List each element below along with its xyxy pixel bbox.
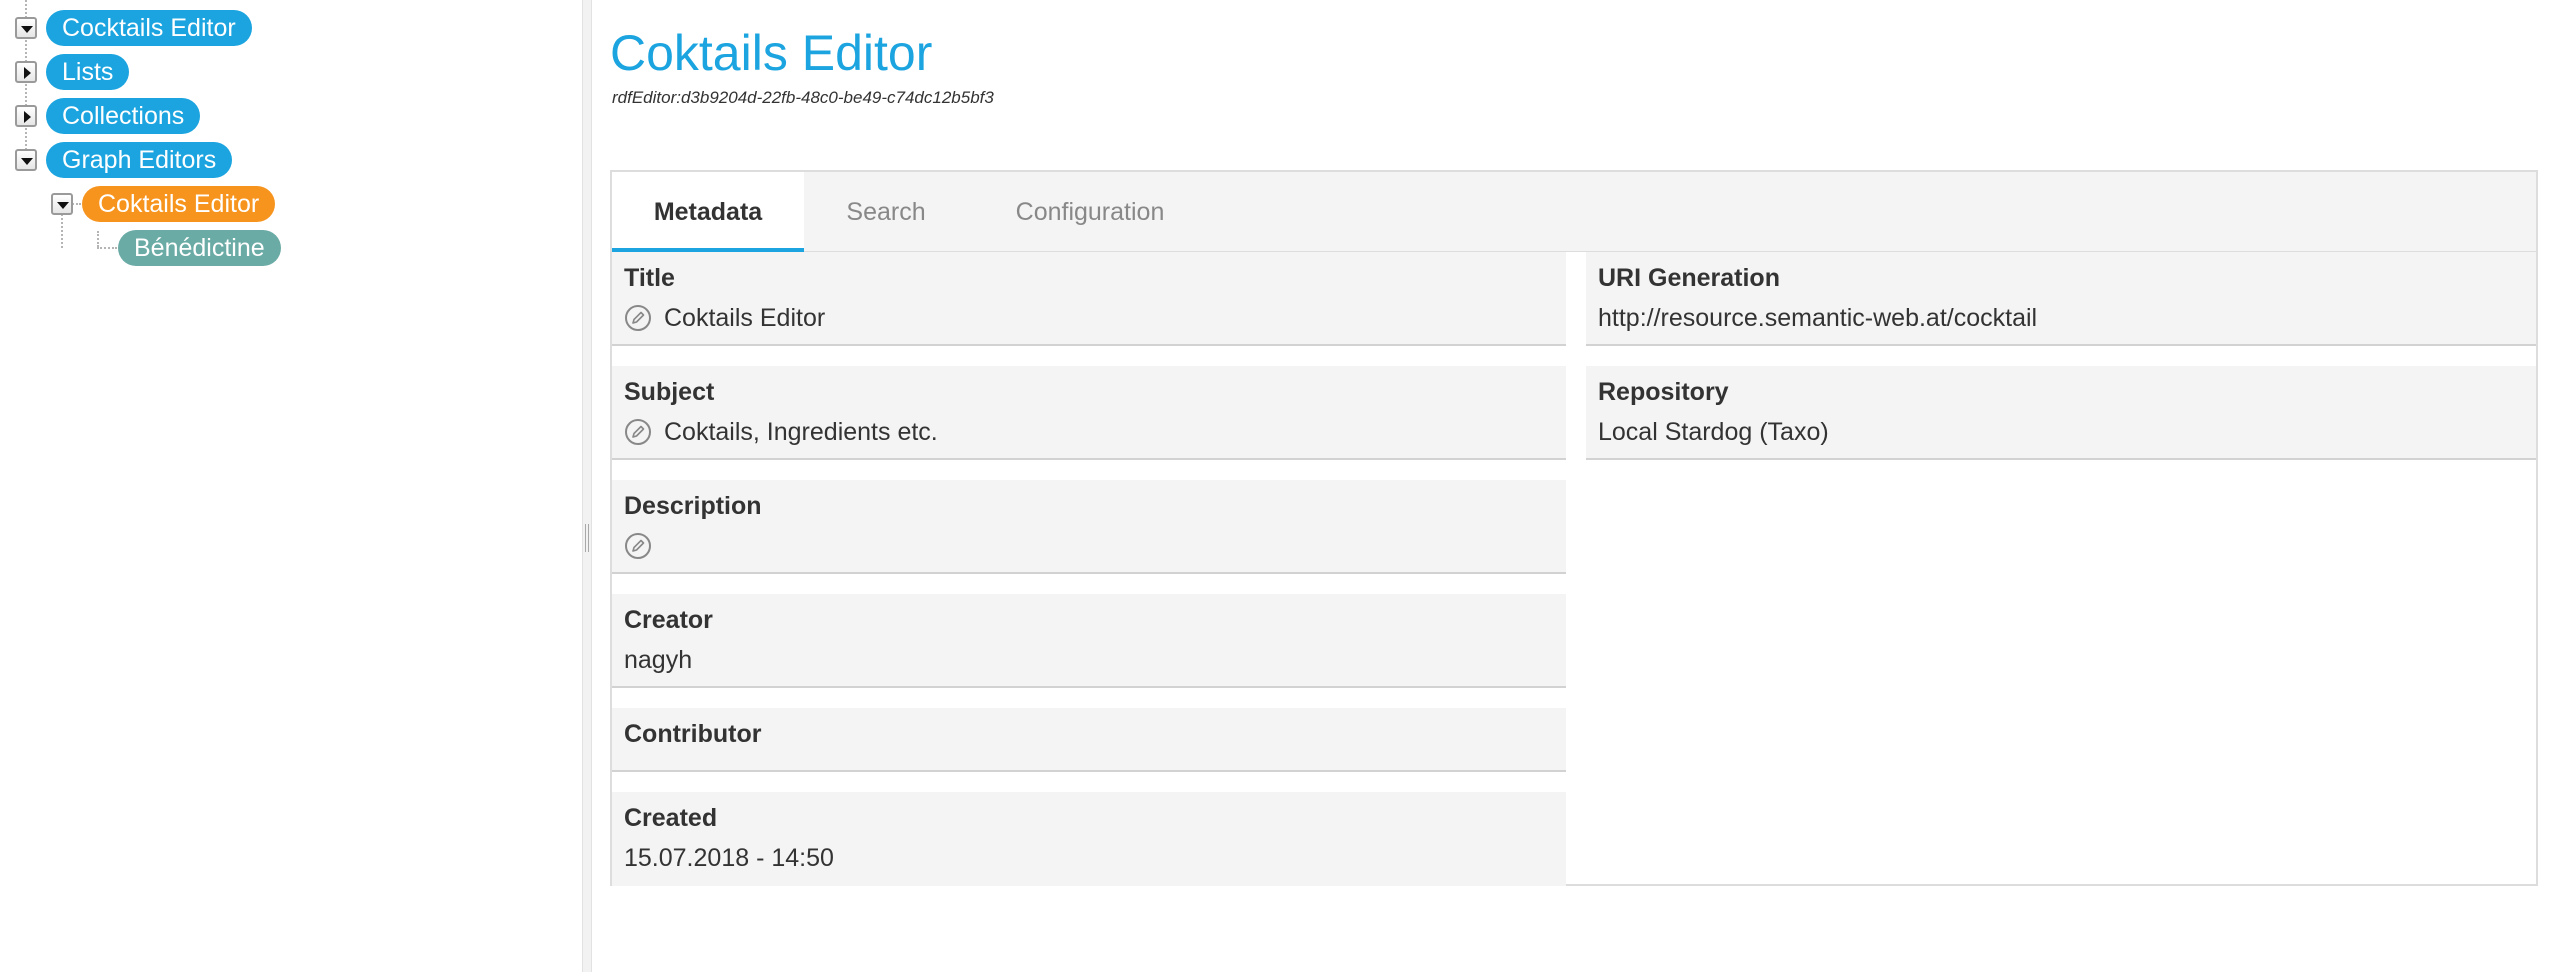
field-label: Description [624,492,762,520]
tree-toggle-graph-editors[interactable] [15,149,37,171]
field-label: Created [624,804,718,832]
field-title: Title Coktails Editor [612,252,1566,346]
triangle-right-icon [24,111,31,123]
tree-connector [97,247,117,249]
tree-toggle-lists[interactable] [15,61,37,83]
navigation-tree: Cocktails Editor Lists Collections Graph… [0,0,580,972]
triangle-right-icon [24,67,31,79]
tab-bar: Metadata Search Configuration [612,172,2536,252]
tree-toggle-coktails-editor[interactable] [51,193,73,215]
field-contributor: Contributor [612,708,1566,772]
panel-splitter[interactable] [582,0,592,972]
field-label: Repository [1598,378,1729,406]
tree-toggle-cocktails-editor[interactable] [15,17,37,39]
field-value: 15.07.2018 - 14:50 [624,844,834,872]
field-value: Local Stardog (Taxo) [1598,418,1829,446]
editor-panel: Metadata Search Configuration Title Cokt… [610,170,2538,886]
field-label: Title [624,264,675,292]
field-label: Creator [624,606,713,634]
pencil-edit-icon[interactable] [624,304,652,332]
resource-identifier: rdfEditor:d3b9204d-22fb-48c0-be49-c74dc1… [612,88,994,107]
field-created: Created 15.07.2018 - 14:50 [612,792,1566,886]
triangle-down-icon [21,158,33,165]
tree-connector [97,231,99,247]
triangle-down-icon [57,202,69,209]
tab-metadata[interactable]: Metadata [612,172,804,252]
field-label: URI Generation [1598,264,1780,292]
field-label: Contributor [624,720,762,748]
pencil-edit-icon[interactable] [624,532,652,560]
field-description: Description [612,480,1566,574]
splitter-grip-icon [585,524,589,552]
field-label: Subject [624,378,715,406]
tree-node-graph-editors[interactable]: Graph Editors [46,142,233,178]
field-uri-generation: URI Generation http://resource.semantic-… [1586,252,2536,346]
tree-node-benedictine[interactable]: Bénédictine [118,230,281,266]
page-title: Coktails Editor [610,25,933,81]
tree-node-collections[interactable]: Collections [46,98,201,134]
pencil-edit-icon[interactable] [624,418,652,446]
tree-node-cocktails-editor[interactable]: Cocktails Editor [46,10,252,46]
field-value: Coktails, Ingredients etc. [664,418,938,446]
main-content: Coktails Editor rdfEditor:d3b9204d-22fb-… [594,0,2560,972]
field-value: http://resource.semantic-web.at/cocktail [1598,304,2038,332]
field-value: Coktails Editor [664,304,826,332]
tree-node-lists[interactable]: Lists [46,54,130,90]
tree-connector [61,214,63,248]
tab-search[interactable]: Search [804,172,968,252]
field-subject: Subject Coktails, Ingredients etc. [612,366,1566,460]
tab-configuration[interactable]: Configuration [968,172,1212,252]
tree-node-coktails-editor[interactable]: Coktails Editor [82,186,276,222]
triangle-down-icon [21,26,33,33]
field-value: nagyh [624,646,693,674]
tree-toggle-collections[interactable] [15,105,37,127]
field-creator: Creator nagyh [612,594,1566,688]
field-repository: Repository Local Stardog (Taxo) [1586,366,2536,460]
